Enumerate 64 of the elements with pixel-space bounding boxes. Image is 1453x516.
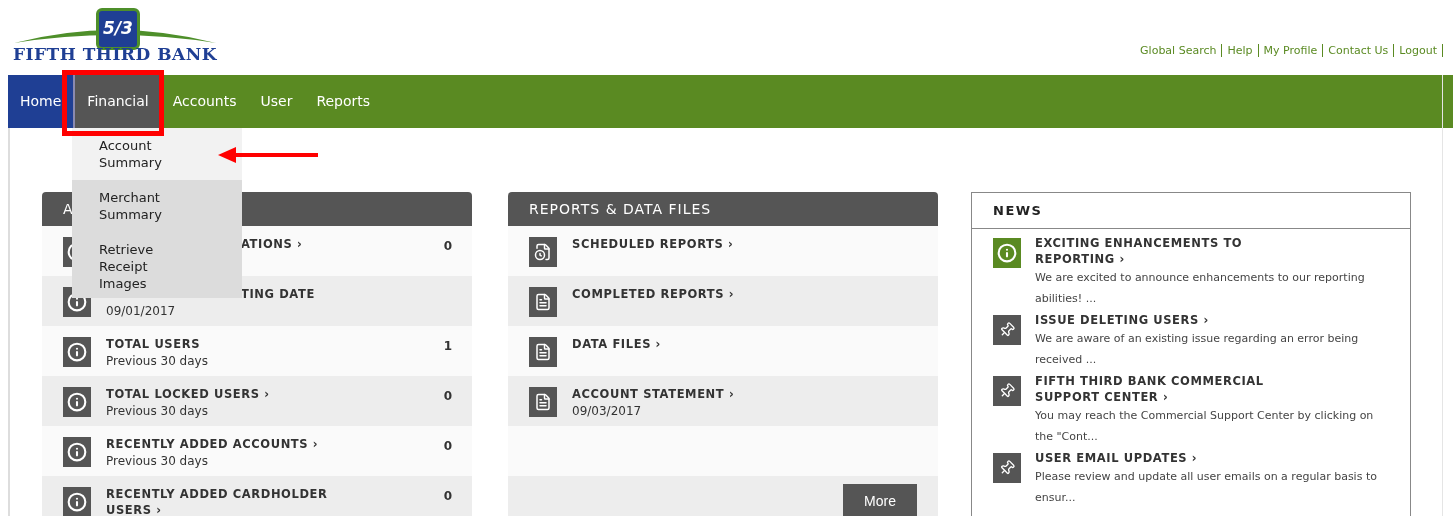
header-link[interactable]: Logout bbox=[1394, 42, 1442, 59]
panel-title: REPORTS & DATA FILES bbox=[529, 199, 712, 219]
header-link[interactable]: Help bbox=[1222, 42, 1258, 59]
row-subtitle: 09/03/2017 bbox=[572, 403, 643, 420]
info-icon bbox=[63, 337, 91, 367]
pin-icon bbox=[993, 315, 1021, 345]
report-row[interactable]: ACCOUNT STATEMENT › 09/03/2017 bbox=[508, 376, 938, 426]
nav-tab[interactable]: Reports bbox=[304, 75, 383, 128]
document-clock-icon bbox=[529, 237, 557, 267]
row-title: RECENTLY ADDED CARDHOLDER USERS › bbox=[106, 486, 329, 516]
panel-title: NEWS bbox=[993, 201, 1043, 220]
info-icon bbox=[63, 387, 91, 417]
summary-row[interactable]: RECENTLY ADDED CARDHOLDER USERS › 0 bbox=[42, 476, 472, 516]
nav-tab[interactable]: Financial bbox=[73, 75, 161, 128]
report-row[interactable]: DATA FILES › bbox=[508, 326, 938, 376]
summary-row[interactable]: TOTAL LOCKED USERS › Previous 30 days 0 bbox=[42, 376, 472, 426]
nav-tab[interactable]: Accounts bbox=[160, 75, 249, 128]
info-icon bbox=[63, 437, 91, 467]
report-row[interactable]: COMPLETED REPORTS › bbox=[508, 276, 938, 326]
news-text: We are excited to announce enhancements to our reporting abilities! ... bbox=[1035, 270, 1366, 307]
row-title: SCHEDULED REPORTS › bbox=[572, 236, 734, 252]
bank-logo[interactable]: 5/3 FIFTH THIRD BANK bbox=[12, 5, 218, 75]
row-subtitle: Previous 30 days bbox=[106, 353, 208, 370]
row-title: TOTAL USERS bbox=[106, 336, 202, 352]
news-text: We are aware of an existing issue regarding an error being received ... bbox=[1035, 331, 1360, 368]
document-icon bbox=[529, 287, 557, 317]
row-count: 1 bbox=[443, 338, 452, 355]
report-row[interactable]: SCHEDULED REPORTS › bbox=[508, 226, 938, 276]
news-title[interactable]: FIFTH THIRD BANK COMMERCIAL SUPPORT CENTER › bbox=[1035, 373, 1285, 405]
row-title: RECENTLY ADDED ACCOUNTS › bbox=[106, 436, 320, 452]
row-title: TOTAL LOCKED USERS › bbox=[106, 386, 271, 402]
panel-title: A bbox=[63, 199, 74, 219]
row-count: 0 bbox=[443, 438, 452, 455]
header-link[interactable]: My Profile bbox=[1258, 42, 1323, 59]
row-count: 0 bbox=[443, 238, 452, 255]
menu-item[interactable]: Account Summary bbox=[72, 128, 242, 180]
nav-tab[interactable]: User bbox=[248, 75, 305, 128]
document-icon bbox=[529, 337, 557, 367]
row-count: 0 bbox=[443, 388, 452, 405]
row-subtitle: Previous 30 days bbox=[106, 403, 208, 420]
row-title: TING DATE bbox=[241, 286, 316, 302]
row-subtitle: Previous 30 days bbox=[106, 453, 208, 470]
row-title: COMPLETED REPORTS › bbox=[572, 286, 735, 302]
news-text: Please review and update all user emails on a regular basis to ensur... bbox=[1035, 469, 1378, 506]
pin-icon bbox=[993, 376, 1021, 406]
news-title[interactable]: USER EMAIL UPDATES › bbox=[1035, 450, 1285, 466]
info-icon bbox=[63, 487, 91, 516]
pin-icon bbox=[993, 453, 1021, 483]
row-title: ATIONS › bbox=[241, 236, 304, 252]
row-title: DATA FILES › bbox=[572, 336, 661, 352]
row-title: ACCOUNT STATEMENT › bbox=[572, 386, 735, 402]
header-link[interactable]: Global Search bbox=[1135, 42, 1222, 59]
more-button[interactable]: More bbox=[843, 484, 917, 516]
row-count: 0 bbox=[443, 488, 452, 505]
pdf-document-icon bbox=[529, 387, 557, 417]
news-title[interactable]: EXCITING ENHANCEMENTS TO REPORTING › bbox=[1035, 235, 1285, 267]
summary-row[interactable]: RECENTLY ADDED ACCOUNTS › Previous 30 days 0 bbox=[42, 426, 472, 476]
nav-tab[interactable]: Home bbox=[8, 75, 74, 128]
news-title[interactable]: ISSUE DELETING USERS › bbox=[1035, 312, 1285, 328]
news-text: You may reach the Commercial Support Center by clicking on the "Cont... bbox=[1035, 408, 1375, 445]
header-link[interactable]: Contact Us bbox=[1323, 42, 1394, 59]
row-subtitle: 09/01/2017 bbox=[106, 303, 176, 320]
summary-row[interactable]: TOTAL USERS Previous 30 days 1 bbox=[42, 326, 472, 376]
info-icon bbox=[993, 238, 1021, 268]
